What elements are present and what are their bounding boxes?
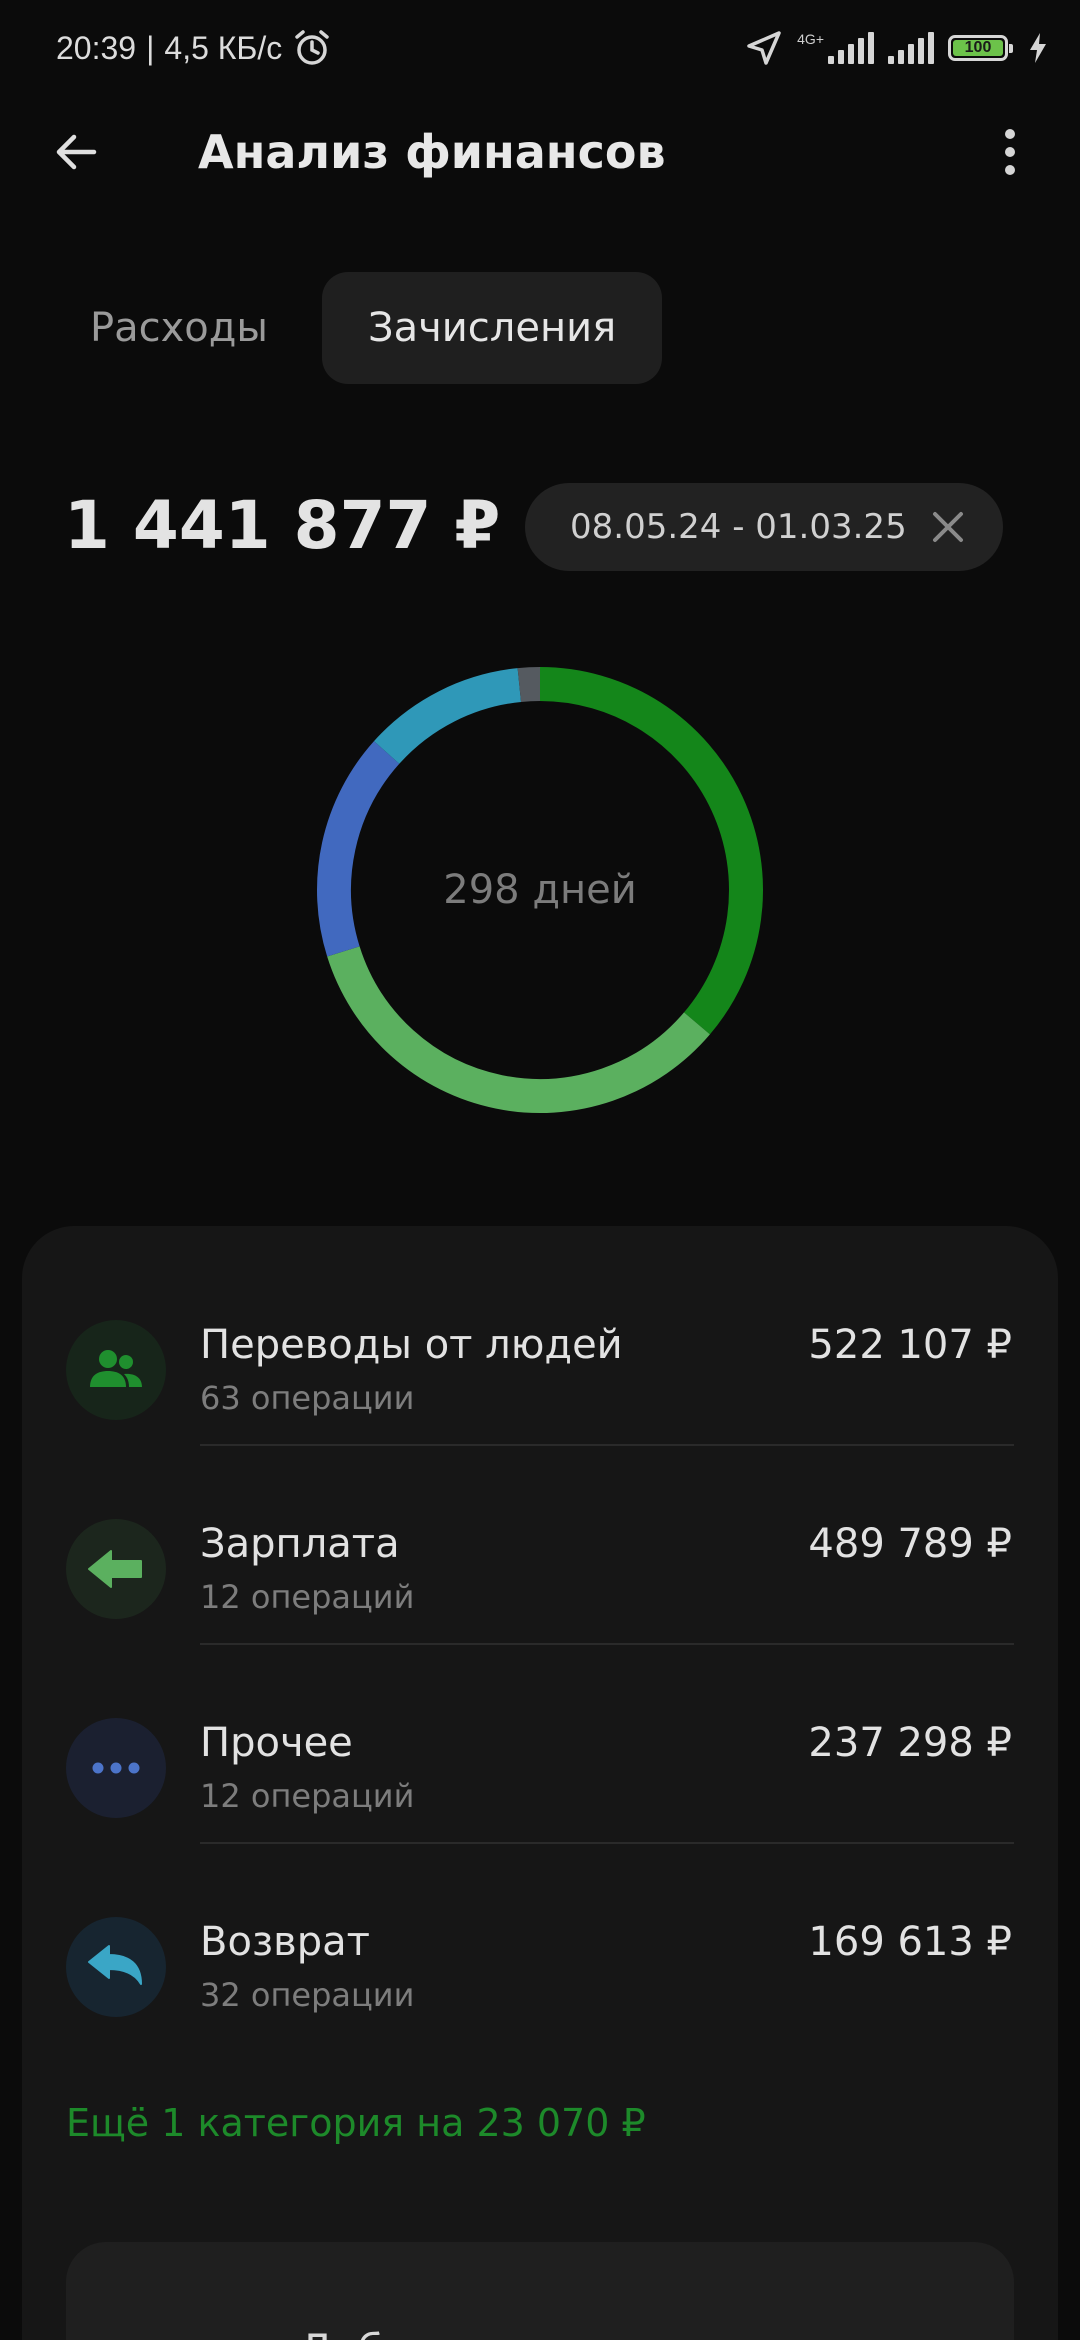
people-icon	[66, 1320, 166, 1420]
category-count: 63 операции	[200, 1379, 415, 1417]
category-title: Зарплата	[200, 1521, 400, 1567]
add-income-label: Добавить зачисление	[299, 2325, 780, 2340]
donut-segment-2	[317, 741, 400, 957]
category-amount: 489 789 ₽	[808, 1521, 1012, 1567]
signal-icon-2	[888, 32, 934, 64]
status-speed: 4,5 КБ/с	[164, 29, 283, 66]
arrow-left-icon	[56, 134, 97, 170]
category-count: 12 операций	[200, 1777, 415, 1815]
tab-expenses[interactable]: Расходы	[60, 272, 298, 384]
category-count: 12 операций	[200, 1578, 415, 1616]
alarm-icon	[292, 28, 332, 68]
status-right: 4G+ 100	[745, 26, 1048, 70]
status-separator: |	[146, 29, 155, 66]
status-bar: 20:39 | 4,5 КБ/с 4G+ 100	[0, 0, 1080, 96]
more-categories-link[interactable]: Ещё 1 категория на 23 070 ₽	[66, 2095, 646, 2151]
divider	[200, 1643, 1014, 1645]
battery-level: 100	[964, 39, 992, 56]
signal-1: 4G+	[797, 32, 874, 64]
tab-income[interactable]: Зачисления	[322, 272, 663, 384]
clear-date-button[interactable]	[923, 502, 973, 552]
screen: 20:39 | 4,5 КБ/с 4G+ 100 Анализ финансов…	[0, 0, 1080, 2340]
category-count: 32 операции	[200, 1976, 415, 2014]
donut-segment-0	[539, 667, 763, 1035]
category-amount: 169 613 ₽	[808, 1919, 1012, 1965]
battery-icon: 100	[948, 35, 1013, 61]
add-income-button[interactable]: Добавить зачисление	[66, 2242, 1014, 2340]
app-bar: Анализ финансов	[0, 96, 1080, 208]
donut-segment-1	[327, 946, 710, 1113]
divider	[200, 1842, 1014, 1844]
page-title: Анализ финансов	[198, 125, 666, 179]
return-arrow-icon	[66, 1917, 166, 2017]
tabs: Расходы Зачисления	[60, 272, 663, 384]
status-time: 20:39	[56, 29, 137, 66]
divider	[200, 1444, 1014, 1446]
donut-center-label: 298 дней	[443, 867, 637, 913]
close-icon	[933, 512, 963, 542]
category-row-other[interactable]: Прочее 12 операций 237 298 ₽	[22, 1696, 1058, 1895]
signal-icon	[828, 32, 874, 64]
more-vertical-icon[interactable]	[980, 122, 1040, 182]
date-range: 08.05.24 - 01.03.25	[570, 507, 907, 547]
date-range-chip[interactable]: 08.05.24 - 01.03.25	[525, 483, 1003, 571]
back-button[interactable]	[46, 122, 106, 182]
location-arrow-icon	[745, 29, 783, 67]
category-title: Возврат	[200, 1919, 370, 1965]
donut-segment-4	[517, 667, 541, 702]
total-amount: 1 441 877 ₽	[64, 487, 501, 564]
category-title: Прочее	[200, 1720, 353, 1766]
dots-icon	[66, 1718, 166, 1818]
status-left: 20:39 | 4,5 КБ/с	[56, 26, 332, 70]
donut-segment-3	[374, 668, 522, 765]
category-amount: 522 107 ₽	[808, 1322, 1012, 1368]
categories-card: Переводы от людей 63 операции 522 107 ₽ …	[22, 1226, 1058, 2340]
arrow-left-icon	[66, 1519, 166, 1619]
category-row-transfers[interactable]: Переводы от людей 63 операции 522 107 ₽	[22, 1298, 1058, 1497]
category-row-refund[interactable]: Возврат 32 операции 169 613 ₽	[22, 1895, 1058, 2094]
category-amount: 237 298 ₽	[808, 1720, 1012, 1766]
category-row-salary[interactable]: Зарплата 12 операций 489 789 ₽	[22, 1497, 1058, 1696]
charging-icon	[1028, 32, 1048, 64]
category-title: Переводы от людей	[200, 1322, 623, 1368]
network-label: 4G+	[797, 31, 824, 47]
